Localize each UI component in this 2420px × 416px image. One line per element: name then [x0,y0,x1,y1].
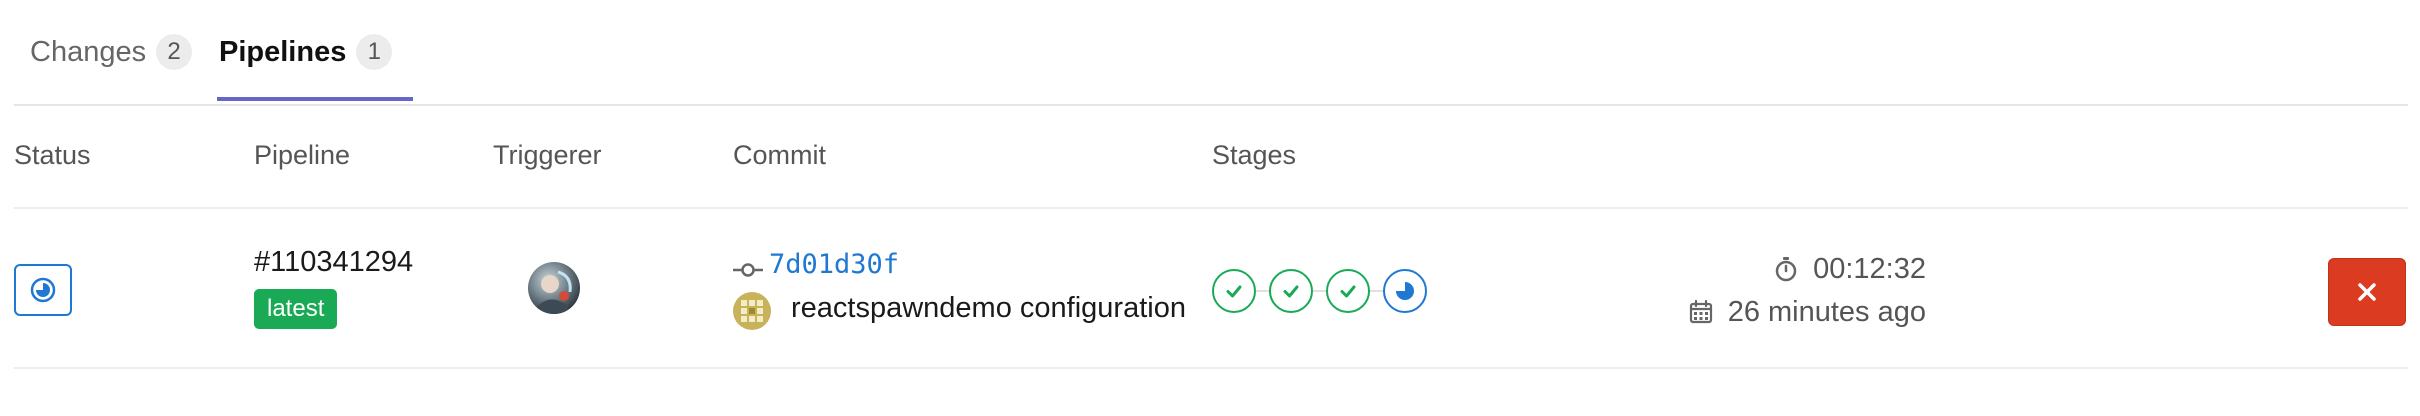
stage-connector [1256,290,1269,292]
header-commit: Commit [733,140,826,170]
close-icon [2358,283,2376,301]
table-divider [14,207,2408,209]
tab-changes[interactable]: Changes 2 [30,0,193,104]
check-icon [1340,285,1356,298]
header-status: Status [14,140,91,170]
tab-changes-count: 2 [156,34,193,70]
finished-value: 26 minutes ago [1727,295,1926,328]
status-badge[interactable] [14,264,72,316]
commit-title-link[interactable]: reactspawndemo configuration [791,292,1186,325]
stage-connector [1370,290,1383,292]
header-pipeline: Pipeline [254,140,351,170]
tab-pipelines-count: 1 [356,34,393,70]
latest-badge: latest [254,289,338,329]
pipeline-id-link[interactable]: #110341294 [254,246,413,279]
pipeline-finished-at: 26 minutes ago [1688,295,1926,329]
header-stages: Stages [1212,140,1297,170]
pipeline-stages [1212,269,1432,313]
table-divider [14,367,2408,369]
check-icon [1226,285,1242,298]
timer-icon [1775,257,1797,282]
active-tab-indicator [217,97,413,101]
stage-1-success[interactable] [1212,269,1256,313]
pipeline-duration: 00:12:32 [1773,252,1926,286]
header-triggerer: Triggerer [493,140,602,170]
calendar-icon [1689,299,1712,324]
user-avatar[interactable] [528,262,580,314]
running-icon [1396,282,1414,300]
tab-changes-label: Changes [30,35,147,68]
stage-4-running[interactable] [1383,269,1427,313]
tab-pipelines[interactable]: Pipelines 1 [219,0,393,104]
stage-3-success[interactable] [1326,269,1370,313]
cancel-pipeline-button[interactable] [2328,258,2406,326]
stage-2-success[interactable] [1269,269,1313,313]
commit-sha-link[interactable]: 7d01d30f [769,249,899,280]
running-icon [30,277,56,303]
project-identicon [733,292,771,330]
commit-icon [733,263,763,277]
tab-pipelines-label: Pipelines [219,35,347,68]
merge-request-tabs: Changes 2 Pipelines 1 [14,0,2408,106]
duration-value: 00:12:32 [1813,252,1926,285]
check-icon [1283,285,1299,298]
stage-connector [1313,290,1326,292]
